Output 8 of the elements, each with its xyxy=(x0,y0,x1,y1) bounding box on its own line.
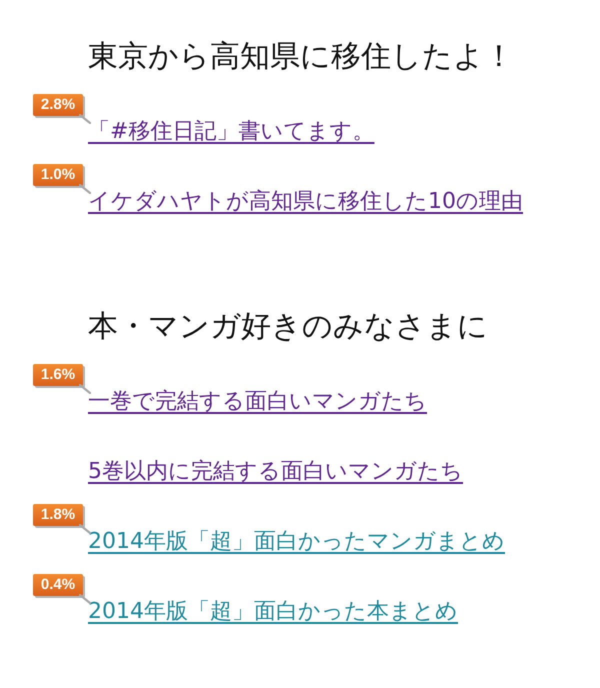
article-link[interactable]: 5巻以内に完結する面白いマンガたち xyxy=(88,456,463,488)
section-heading: 東京から高知県に移住したよ！ xyxy=(88,39,515,75)
section-heading: 本・マンガ好きのみなさまに xyxy=(88,309,489,345)
article-link[interactable]: 2014年版「超」面白かったマンガまとめ xyxy=(88,526,505,558)
article-link[interactable]: 2014年版「超」面白かった本まとめ xyxy=(88,596,458,628)
article-link[interactable]: 一巻で完結する面白いマンガたち xyxy=(88,386,427,418)
article-link[interactable]: イケダハヤトが高知県に移住した10の理由 xyxy=(88,186,523,218)
article-link[interactable]: 「#移住日記」書いてます。 xyxy=(88,116,374,148)
